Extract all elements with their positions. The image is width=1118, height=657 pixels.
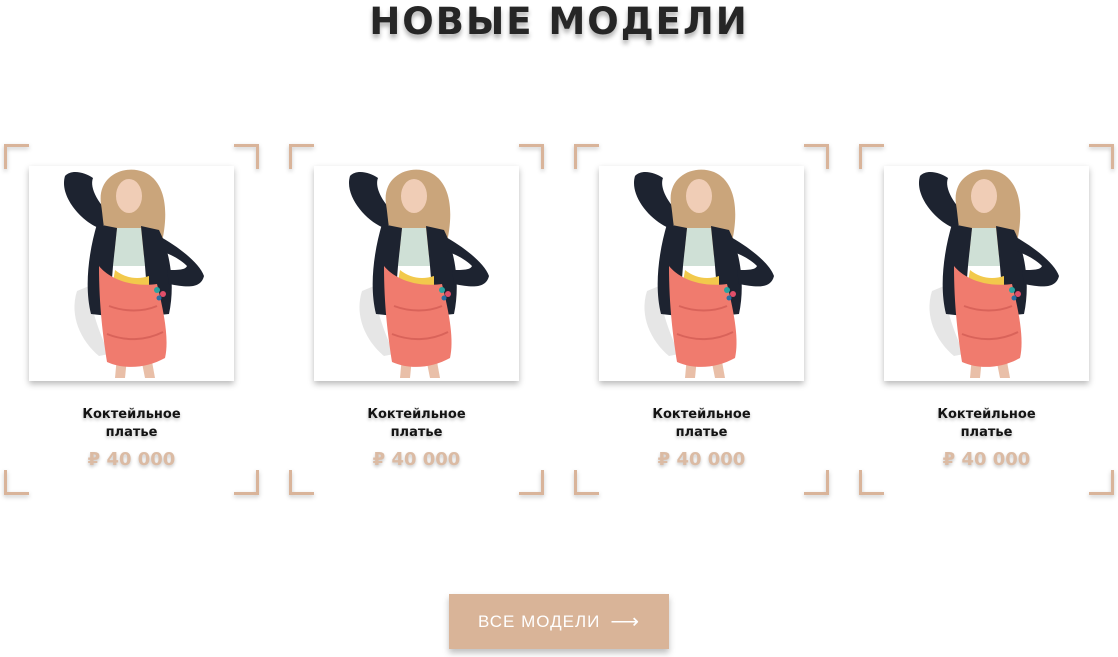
- arrow-right-icon: ⟶: [610, 610, 641, 633]
- product-name-line: платье: [105, 425, 158, 440]
- frame-corner: [519, 144, 544, 169]
- frame-corner: [859, 470, 884, 495]
- new-models-section: НОВЫЕ МОДЕЛИ Коктейльное платье ₽ 40 000…: [0, 0, 1118, 657]
- frame-corner: [804, 470, 829, 495]
- product-name-line: платье: [960, 425, 1013, 440]
- product-card[interactable]: Коктейльное платье ₽ 40 000: [859, 144, 1114, 495]
- product-price: ₽ 40 000: [657, 449, 746, 470]
- product-photo[interactable]: [884, 166, 1089, 381]
- product-card[interactable]: Коктейльное платье ₽ 40 000: [574, 144, 829, 495]
- section-title: НОВЫЕ МОДЕЛИ: [369, 0, 749, 43]
- product-photo[interactable]: [599, 166, 804, 381]
- product-name-line: Коктейльное: [652, 407, 751, 422]
- product-name-line: Коктейльное: [82, 407, 181, 422]
- frame-corner: [234, 470, 259, 495]
- product-price: ₽ 40 000: [942, 449, 1031, 470]
- all-models-label: ВСЕ МОДЕЛИ: [477, 611, 601, 631]
- product-price: ₽ 40 000: [372, 449, 461, 470]
- frame-corner: [234, 144, 259, 169]
- frame-corner: [1089, 470, 1114, 495]
- product-photo[interactable]: [314, 166, 519, 381]
- frame-corner: [574, 470, 599, 495]
- product-name[interactable]: Коктейльное платье: [289, 406, 544, 442]
- product-card[interactable]: Коктейльное платье ₽ 40 000: [4, 144, 259, 495]
- frame-corner: [574, 144, 599, 169]
- product-name-line: Коктейльное: [937, 407, 1036, 422]
- product-card[interactable]: Коктейльное платье ₽ 40 000: [289, 144, 544, 495]
- product-name-line: Коктейльное: [367, 407, 466, 422]
- product-photo[interactable]: [29, 166, 234, 381]
- product-name[interactable]: Коктейльное платье: [574, 406, 829, 442]
- frame-corner: [859, 144, 884, 169]
- frame-corner: [519, 470, 544, 495]
- frame-corner: [289, 144, 314, 169]
- product-name-line: платье: [675, 425, 728, 440]
- product-name[interactable]: Коктейльное платье: [859, 406, 1114, 442]
- frame-corner: [4, 470, 29, 495]
- product-name[interactable]: Коктейльное платье: [4, 406, 259, 442]
- frame-corner: [1089, 144, 1114, 169]
- frame-corner: [804, 144, 829, 169]
- frame-corner: [289, 470, 314, 495]
- product-price: ₽ 40 000: [87, 449, 176, 470]
- frame-corner: [4, 144, 29, 169]
- product-name-line: платье: [390, 425, 443, 440]
- all-models-button[interactable]: ВСЕ МОДЕЛИ ⟶: [449, 594, 669, 649]
